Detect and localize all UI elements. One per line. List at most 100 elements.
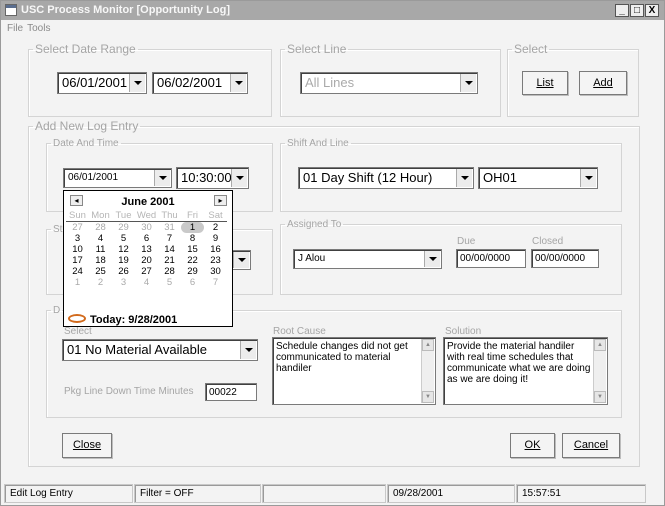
- maximize-button[interactable]: □: [630, 4, 644, 17]
- next-month-icon[interactable]: ▸: [214, 195, 227, 206]
- line-select-combo[interactable]: All Lines: [300, 72, 478, 94]
- chevron-down-icon[interactable]: [580, 169, 596, 187]
- entry-date-combo[interactable]: 06/01/2001: [63, 168, 172, 188]
- calendar-day[interactable]: 28: [158, 266, 181, 277]
- calendar-day[interactable]: 28: [89, 222, 112, 234]
- cancel-button[interactable]: Cancel: [562, 433, 620, 458]
- minimize-button[interactable]: _: [615, 4, 629, 17]
- calendar-day[interactable]: 17: [66, 255, 89, 266]
- calendar-day[interactable]: 19: [112, 255, 135, 266]
- chevron-down-icon[interactable]: [456, 169, 472, 187]
- calendar-day[interactable]: 30: [204, 266, 227, 277]
- calendar-day[interactable]: 11: [89, 244, 112, 255]
- calendar-day[interactable]: 9: [204, 233, 227, 244]
- scroll-down-icon[interactable]: ▼: [422, 391, 434, 403]
- calendar-day[interactable]: 6: [181, 277, 204, 288]
- calendar-day[interactable]: 31: [158, 222, 181, 234]
- calendar-day[interactable]: 2: [89, 277, 112, 288]
- calendar-day[interactable]: 12: [112, 244, 135, 255]
- calendar-day[interactable]: 13: [135, 244, 158, 255]
- list-button[interactable]: List: [522, 71, 568, 95]
- calendar-day[interactable]: 14: [158, 244, 181, 255]
- close-button-label: Close: [72, 439, 102, 451]
- calendar-day[interactable]: 16: [204, 244, 227, 255]
- entry-time-value: 10:30:00: [181, 170, 232, 185]
- shift-combo[interactable]: 01 Day Shift (12 Hour): [298, 167, 474, 189]
- pkg-line-down-time-field[interactable]: 00022: [205, 383, 257, 401]
- chevron-down-icon[interactable]: [460, 74, 476, 92]
- closed-field[interactable]: 00/00/0000: [531, 249, 599, 268]
- opportunity-select-combo[interactable]: 01 No Material Available: [62, 339, 258, 361]
- add-new-log-entry-legend: Add New Log Entry: [35, 119, 139, 133]
- date-to-value: 06/02/2001: [157, 75, 223, 90]
- calendar-day[interactable]: 5: [112, 233, 135, 244]
- calendar-day[interactable]: 25: [89, 266, 112, 277]
- calendar-day[interactable]: 24: [66, 266, 89, 277]
- chevron-down-icon[interactable]: [231, 169, 247, 187]
- calendar-day[interactable]: 6: [135, 233, 158, 244]
- calendar-day[interactable]: 27: [135, 266, 158, 277]
- calendar-day[interactable]: 29: [181, 266, 204, 277]
- due-field[interactable]: 00/00/0000: [456, 249, 526, 268]
- scroll-down-icon[interactable]: ▼: [594, 391, 606, 403]
- calendar-day[interactable]: 29: [112, 222, 135, 234]
- calendar-day[interactable]: 18: [89, 255, 112, 266]
- calendar-day[interactable]: 3: [66, 233, 89, 244]
- solution-text: Provide the material handiler with real …: [447, 341, 591, 385]
- scroll-up-icon[interactable]: ▲: [594, 339, 606, 351]
- calendar-day[interactable]: 7: [204, 277, 227, 288]
- window-title: USC Process Monitor [Opportunity Log]: [21, 4, 230, 16]
- chevron-down-icon[interactable]: [230, 74, 246, 92]
- calendar-day[interactable]: 4: [135, 277, 158, 288]
- calendar-day[interactable]: 10: [66, 244, 89, 255]
- calendar-day[interactable]: 2: [204, 222, 227, 234]
- calendar-day[interactable]: 20: [135, 255, 158, 266]
- calendar-day[interactable]: 26: [112, 266, 135, 277]
- calendar-day[interactable]: 23: [204, 255, 227, 266]
- menu-file[interactable]: File: [7, 23, 23, 34]
- ok-button[interactable]: OK: [510, 433, 555, 458]
- chevron-down-icon[interactable]: [129, 74, 145, 92]
- assigned-to-value: J Alou: [298, 253, 326, 264]
- cancel-button-label: Cancel: [573, 439, 609, 451]
- calendar-day[interactable]: 21: [158, 255, 181, 266]
- entry-time-combo[interactable]: 10:30:00: [176, 167, 249, 189]
- menu-tools[interactable]: Tools: [27, 23, 50, 34]
- close-window-button[interactable]: X: [645, 4, 659, 17]
- calendar-day[interactable]: 30: [135, 222, 158, 234]
- assigned-to-combo[interactable]: J Alou: [293, 249, 442, 269]
- root-cause-scrollbar[interactable]: ▲ ▼: [421, 339, 434, 403]
- status-bar: Edit Log Entry Filter = OFF 09/28/2001 1…: [1, 482, 664, 505]
- calendar-day-selected[interactable]: 1: [181, 221, 204, 233]
- date-to-combo[interactable]: 06/02/2001: [152, 72, 248, 94]
- root-cause-textarea[interactable]: Schedule changes did not get communicate…: [272, 337, 436, 405]
- close-button[interactable]: Close: [62, 433, 112, 458]
- calendar-day[interactable]: 7: [158, 233, 181, 244]
- calendar-day[interactable]: 15: [181, 244, 204, 255]
- chevron-down-icon[interactable]: [240, 341, 256, 359]
- root-cause-label: Root Cause: [273, 326, 326, 337]
- scroll-up-icon[interactable]: ▲: [422, 339, 434, 351]
- calendar-day[interactable]: 5: [158, 277, 181, 288]
- chevron-down-icon[interactable]: [424, 251, 440, 267]
- add-button[interactable]: Add: [579, 71, 627, 95]
- solution-scrollbar[interactable]: ▲ ▼: [593, 339, 606, 403]
- calendar-day[interactable]: 3: [112, 277, 135, 288]
- calendar-day[interactable]: 4: [89, 233, 112, 244]
- today-link[interactable]: Today: 9/28/2001: [90, 314, 177, 326]
- weekday-header: Mon: [89, 210, 112, 222]
- today-circle-icon: [68, 314, 86, 323]
- status-date: 09/28/2001: [387, 484, 515, 503]
- solution-textarea[interactable]: Provide the material handiler with real …: [443, 337, 608, 405]
- line-combo[interactable]: OH01: [478, 167, 598, 189]
- chevron-down-icon[interactable]: [233, 252, 249, 268]
- date-from-combo[interactable]: 06/01/2001: [57, 72, 147, 94]
- calendar-day[interactable]: 1: [66, 277, 89, 288]
- calendar-day[interactable]: 27: [66, 222, 89, 234]
- calendar-day[interactable]: 22: [181, 255, 204, 266]
- calendar-month: June 2001: [121, 196, 175, 208]
- calendar-day[interactable]: 8: [181, 233, 204, 244]
- chevron-down-icon[interactable]: [154, 170, 170, 186]
- weekday-header: Wed: [135, 210, 158, 222]
- line-value: OH01: [483, 170, 517, 185]
